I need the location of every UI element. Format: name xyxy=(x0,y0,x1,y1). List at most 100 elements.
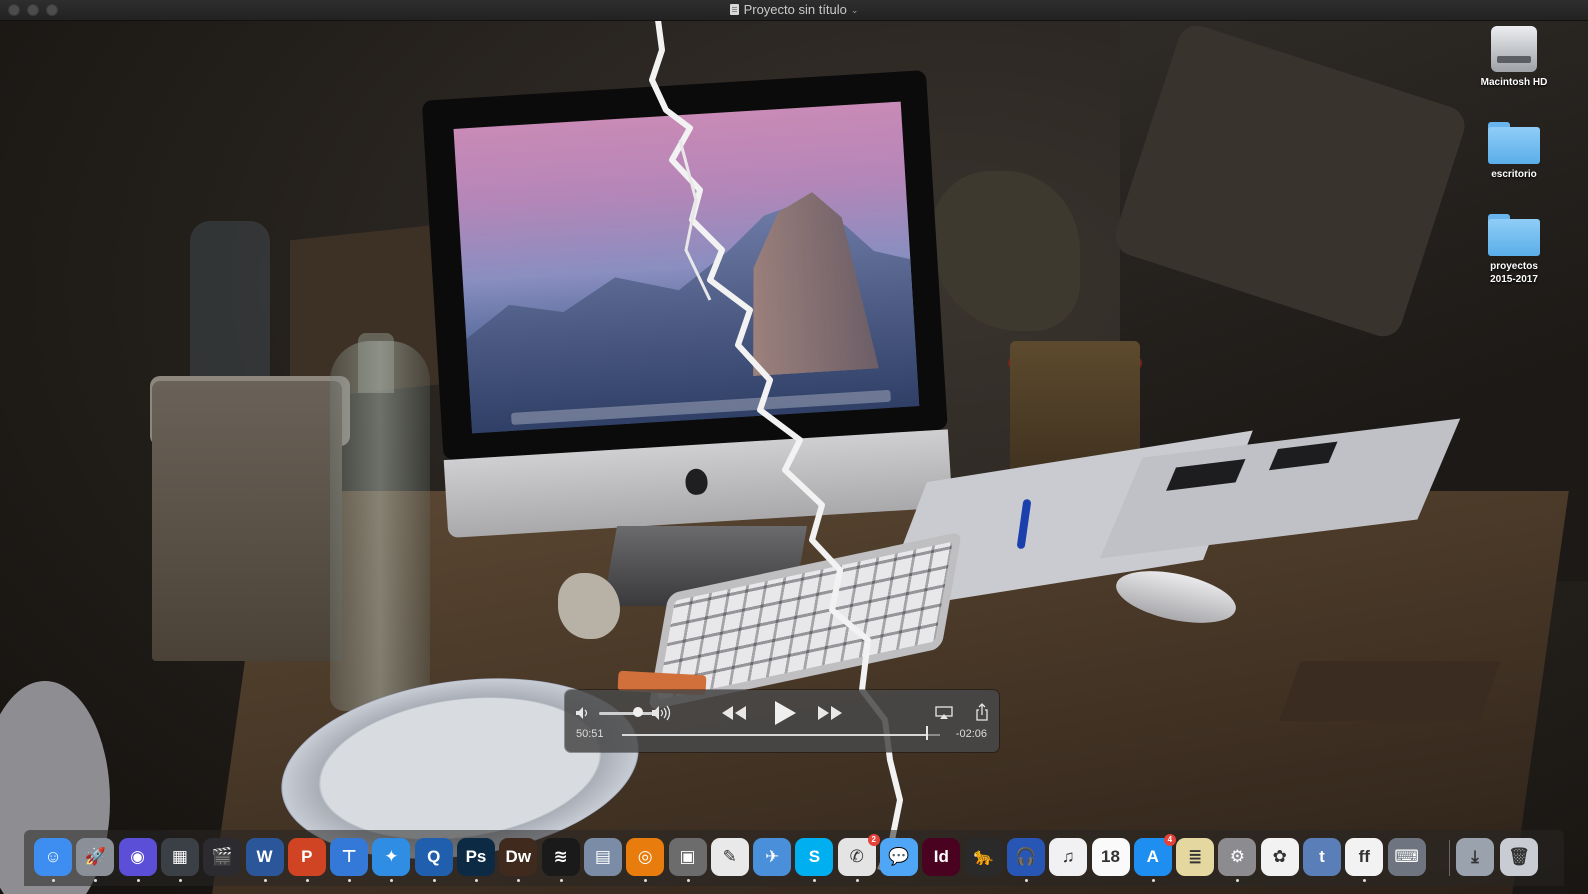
imac-bezel xyxy=(421,70,948,461)
document-icon xyxy=(729,4,739,15)
dock-app-store-icon[interactable]: A4 xyxy=(1133,834,1176,876)
dock-icon-glyph: ▤ xyxy=(594,847,611,866)
dock-icon-glyph: ff xyxy=(1358,847,1370,866)
dock-photo-booth-icon[interactable]: ▣ xyxy=(668,838,707,876)
dock-icon-glyph: Ps xyxy=(465,847,487,866)
running-indicator xyxy=(263,879,267,882)
dock-icon-glyph: ≣ xyxy=(1187,847,1203,866)
dock-remote-desktop-icon[interactable]: ⌨ xyxy=(1387,838,1426,876)
imac xyxy=(421,70,954,550)
dock-final-cut-pro-icon[interactable]: 🎬 xyxy=(203,838,242,876)
desktop-icon-label: Macintosh HD xyxy=(1480,77,1548,88)
imac-screen xyxy=(453,101,920,434)
timeline-scrubber[interactable] xyxy=(622,734,940,736)
running-indicator xyxy=(1363,879,1367,882)
dock-mission-control-icon[interactable]: ▦ xyxy=(160,838,199,876)
dock-facetime-icon[interactable]: ✆ 2 xyxy=(837,834,880,876)
desktop-icon-escritorio[interactable]: escritorio xyxy=(1474,122,1554,181)
dock-icon-glyph: A xyxy=(1146,847,1159,866)
share-icon[interactable] xyxy=(975,703,989,721)
dock-icon-glyph: ⚙ xyxy=(1229,847,1246,866)
dock-messages-icon[interactable]: 💬 xyxy=(880,838,918,876)
dock-icon-glyph: P xyxy=(301,847,313,866)
running-indicator xyxy=(644,879,648,882)
running-indicator xyxy=(1236,879,1240,882)
dock-calendar-icon[interactable]: 18 xyxy=(1091,838,1130,876)
dock-trash-icon[interactable]: 🗑 xyxy=(1500,838,1538,876)
running-indicator xyxy=(94,879,98,882)
dock-typeface-icon[interactable]: t xyxy=(1303,838,1341,876)
dock-icon-glyph: ▣ xyxy=(679,847,696,866)
dock-downloads-stack-icon[interactable]: ⤓ xyxy=(1456,838,1494,876)
running-indicator xyxy=(348,879,352,882)
remaining-time: -02:06 xyxy=(955,728,987,740)
dock-dreamweaver-icon[interactable]: Dw xyxy=(499,838,538,876)
dock-cheetah-app-icon[interactable]: 🐆 xyxy=(964,838,1003,876)
dock-keynote-icon[interactable]: ⊤ xyxy=(330,838,369,876)
desktop-icon-proyectos[interactable]: proyectos 2015-2017 xyxy=(1474,214,1554,286)
dock-itunes-icon[interactable]: ♫ xyxy=(1049,838,1088,876)
dock-icon-glyph: ✈ xyxy=(764,847,780,866)
dock-icon-glyph: Q xyxy=(427,847,441,866)
airplay-icon[interactable] xyxy=(935,706,953,720)
dock-icon-glyph: 🐆 xyxy=(973,847,995,866)
dock-icon-glyph: ✿ xyxy=(1272,847,1287,866)
title-bar: Proyecto sin título ⌄ xyxy=(0,0,1588,21)
dock-photos-icon[interactable]: ✿ xyxy=(1260,838,1299,876)
running-indicator xyxy=(855,879,859,882)
desktop-icon-macintosh-hd[interactable]: Macintosh HD xyxy=(1474,26,1554,89)
dock-audacity-icon[interactable]: 🎧 xyxy=(1006,838,1045,876)
volume-slider[interactable] xyxy=(599,712,653,715)
fast-forward-icon[interactable] xyxy=(817,704,843,722)
dock-icon-glyph: ♫ xyxy=(1061,847,1075,866)
dock-icon-glyph: W xyxy=(256,847,273,866)
running-indicator xyxy=(813,879,817,882)
volume-slider-knob[interactable] xyxy=(632,707,643,717)
volume-high-icon[interactable] xyxy=(651,705,673,721)
dock-word-icon[interactable]: W xyxy=(245,838,284,876)
dock-spotify-icon[interactable]: ≋ xyxy=(541,838,580,876)
dock-icon-glyph: 🚀 xyxy=(84,847,106,866)
title-chevron-icon[interactable]: ⌄ xyxy=(851,5,859,15)
dock-textedit-icon[interactable]: ✎ xyxy=(710,838,749,876)
dock-fontlab-icon[interactable]: ff xyxy=(1345,838,1384,876)
dock-icon-glyph: ✎ xyxy=(722,847,737,866)
dock-blender-icon[interactable]: ◎ xyxy=(626,838,665,876)
dock-mail-icon[interactable]: ✈ xyxy=(753,838,792,876)
folder-icon xyxy=(1488,214,1540,256)
dock-siri-icon[interactable]: ◉ xyxy=(118,838,157,876)
dock-icon-glyph: 18 xyxy=(1101,847,1120,866)
video-frame[interactable] xyxy=(0,21,1588,894)
folder-icon xyxy=(1488,122,1540,164)
dock-quicktime-icon[interactable]: Q xyxy=(414,838,453,876)
dock-skype-icon[interactable]: S xyxy=(795,838,834,876)
window-title-area[interactable]: Proyecto sin título ⌄ xyxy=(0,2,1588,17)
dock-safari-icon[interactable]: ✦ xyxy=(372,838,411,876)
dock-icon-glyph: ≋ xyxy=(553,847,568,866)
dock-icon-glyph: 🎧 xyxy=(1015,847,1037,866)
plastic-tub xyxy=(152,381,342,661)
dock-icon-glyph: 🗑 xyxy=(1508,847,1530,866)
dock-system-preferences-icon[interactable]: ⚙ xyxy=(1218,838,1257,876)
hard-drive-icon xyxy=(1491,26,1537,72)
play-icon[interactable] xyxy=(773,700,797,726)
dock-icon-glyph: ⊤ xyxy=(341,847,357,866)
dock-photoshop-icon[interactable]: Ps xyxy=(457,838,495,876)
dock-finder-icon[interactable]: ☺ xyxy=(34,838,72,876)
dock-launchpad-icon[interactable]: 🚀 xyxy=(76,838,115,876)
elapsed-time: 50:51 xyxy=(576,728,604,740)
running-indicator xyxy=(1024,879,1028,882)
running-indicator xyxy=(178,879,182,882)
running-indicator xyxy=(52,879,55,882)
volume-low-icon[interactable] xyxy=(575,706,591,720)
running-indicator xyxy=(559,879,563,882)
dock-powerpoint-icon[interactable]: P xyxy=(287,838,326,876)
dock-icon-glyph: 💬 xyxy=(888,847,910,866)
dock-icon-glyph: t xyxy=(1319,847,1325,866)
dock-icon-glyph: ▦ xyxy=(171,847,188,866)
dock-indesign-icon[interactable]: Id xyxy=(922,838,961,876)
dock-notes-icon[interactable]: ≣ xyxy=(1176,838,1215,876)
dock-preview-icon[interactable]: ▤ xyxy=(583,838,622,876)
rewind-icon[interactable] xyxy=(721,704,747,722)
playhead[interactable] xyxy=(926,726,929,740)
